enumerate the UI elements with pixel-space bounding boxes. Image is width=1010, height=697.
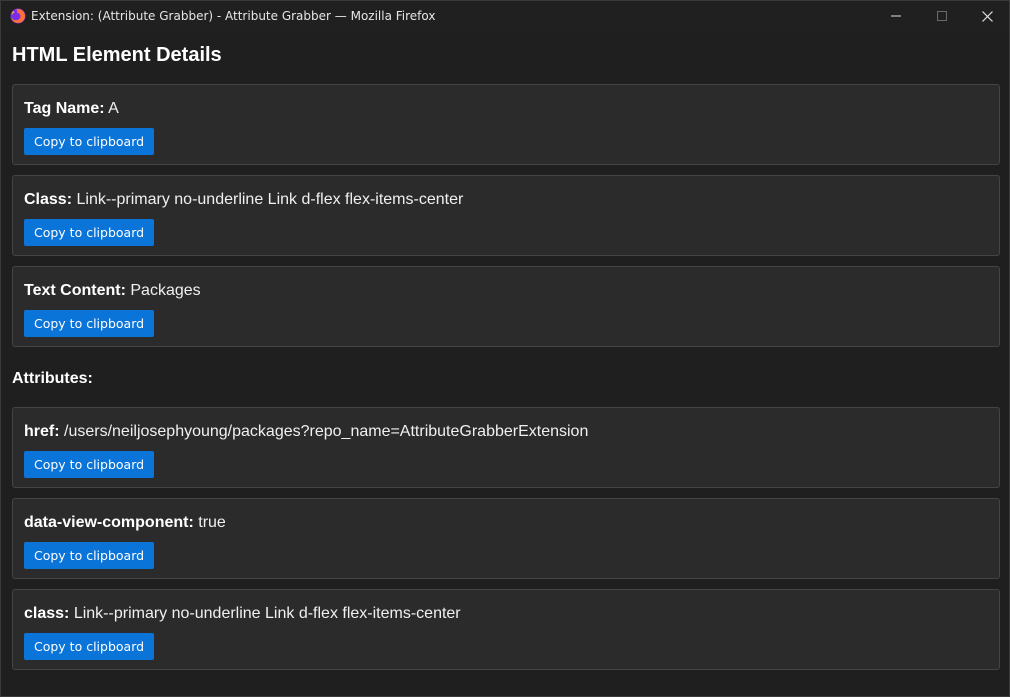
maximize-button[interactable]	[919, 1, 965, 31]
copy-tag-name-button[interactable]: Copy to clipboard	[24, 128, 155, 155]
attributes-heading: Attributes:	[12, 370, 93, 387]
attribute-line: class: Link--primary no-underline Link d…	[24, 604, 461, 624]
attribute-label: class:	[24, 605, 70, 622]
close-icon	[981, 10, 993, 22]
detail-label: Tag Name:	[24, 100, 105, 117]
attribute-value: Link--primary no-underline Link d-flex f…	[73, 605, 461, 622]
title-bar[interactable]: Extension: (Attribute Grabber) - Attribu…	[1, 1, 1009, 31]
maximize-icon	[937, 11, 947, 21]
detail-value: A	[108, 100, 119, 117]
attribute-value: /users/neiljosephyoung/packages?repo_nam…	[64, 423, 589, 440]
attribute-card-data-view-component: data-view-component: true Copy to clipbo…	[12, 498, 1000, 579]
detail-label: Class:	[24, 191, 73, 208]
firefox-icon	[10, 8, 26, 24]
detail-value: Packages	[130, 282, 201, 299]
copy-data-view-component-button[interactable]: Copy to clipboard	[24, 542, 155, 569]
detail-card-tag-name: Tag Name: A Copy to clipboard	[12, 84, 1000, 165]
copy-class-button[interactable]: Copy to clipboard	[24, 219, 155, 246]
attribute-card-href: href: /users/neiljosephyoung/packages?re…	[12, 407, 1000, 488]
copy-text-content-button[interactable]: Copy to clipboard	[24, 310, 155, 337]
attribute-card-class: class: Link--primary no-underline Link d…	[12, 589, 1000, 670]
minimize-button[interactable]	[873, 1, 919, 31]
attribute-line: href: /users/neiljosephyoung/packages?re…	[24, 422, 588, 442]
detail-line: Text Content: Packages	[24, 281, 201, 301]
copy-attribute-class-button[interactable]: Copy to clipboard	[24, 633, 155, 660]
attribute-label: href:	[24, 423, 60, 440]
page-title: HTML Element Details	[12, 44, 222, 66]
attribute-label: data-view-component:	[24, 514, 194, 531]
minimize-icon	[891, 15, 901, 17]
detail-card-text-content: Text Content: Packages Copy to clipboard	[12, 266, 1000, 347]
detail-line: Class: Link--primary no-underline Link d…	[24, 190, 463, 210]
extension-page: HTML Element Details Tag Name: A Copy to…	[1, 31, 1009, 696]
window-title: Extension: (Attribute Grabber) - Attribu…	[31, 9, 436, 23]
detail-card-class: Class: Link--primary no-underline Link d…	[12, 175, 1000, 256]
detail-label: Text Content:	[24, 282, 126, 299]
copy-href-button[interactable]: Copy to clipboard	[24, 451, 155, 478]
detail-line: Tag Name: A	[24, 99, 119, 119]
attribute-line: data-view-component: true	[24, 513, 226, 533]
browser-window: Extension: (Attribute Grabber) - Attribu…	[0, 0, 1010, 697]
detail-value: Link--primary no-underline Link d-flex f…	[76, 191, 464, 208]
attribute-value: true	[198, 514, 226, 531]
close-button[interactable]	[964, 1, 1009, 31]
